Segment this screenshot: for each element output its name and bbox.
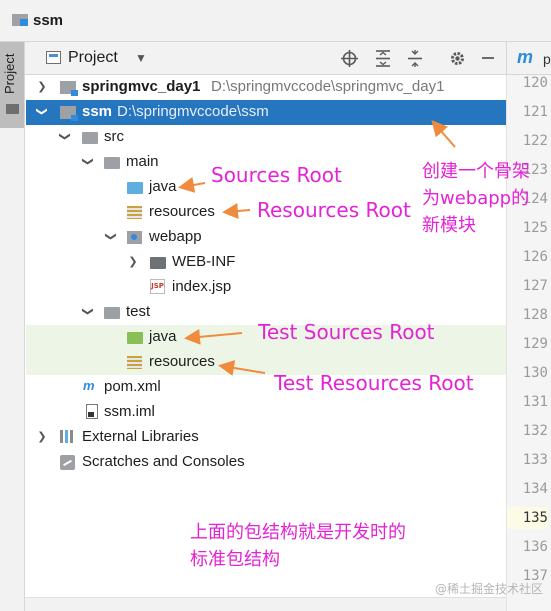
project-tool-tab-label: Project	[2, 53, 17, 94]
project-window-icon	[12, 14, 28, 26]
maven-icon: m	[83, 378, 95, 393]
annotation-skeleton-line2: 为webapp的	[422, 188, 530, 209]
title-bar: ssm	[0, 0, 551, 42]
source-folder-icon	[127, 182, 143, 194]
folder-icon	[6, 104, 19, 114]
project-icon	[46, 51, 61, 64]
line-number: 132	[522, 423, 548, 439]
line-number: 127	[522, 278, 548, 294]
annotation-skeleton-line3: 新模块	[422, 215, 476, 236]
module-path: D:\springmvccode\ssm	[117, 103, 269, 120]
test-resources-folder-icon	[127, 356, 142, 369]
folder-icon	[150, 257, 166, 269]
folder-name: resources	[149, 353, 215, 370]
editor-gutter: 120 121 122 123 124 125 126 127 128 129 130 131 132 1…	[506, 75, 551, 611]
editor-tab-label: p	[543, 51, 551, 67]
tree-row-iml[interactable]: ssm.iml	[26, 400, 506, 425]
line-number: 130	[522, 365, 548, 381]
annotation-skeleton-line1: 创建一个骨架	[422, 161, 530, 182]
editor-tab-pom[interactable]: m p	[506, 42, 551, 75]
minimize-icon[interactable]	[478, 48, 498, 68]
folder-name: resources	[149, 203, 215, 220]
line-number: 126	[522, 249, 548, 265]
watermark: @稀土掘金技术社区	[434, 582, 543, 596]
gear-icon[interactable]	[447, 48, 467, 68]
tree-row-scratches[interactable]: Scratches and Consoles	[26, 450, 506, 475]
project-tool-tab[interactable]: Project	[0, 42, 24, 128]
file-name: ssm.iml	[104, 403, 155, 420]
module-name: ssm	[82, 103, 113, 120]
maven-icon: m	[517, 47, 534, 67]
tree-row-web-inf[interactable]: ❯ WEB-INF	[26, 250, 506, 275]
folder-name: src	[104, 128, 124, 145]
line-number: 131	[522, 394, 548, 410]
module-icon	[60, 81, 78, 96]
line-number: 133	[522, 452, 548, 468]
jsp-file-icon: JSP	[150, 279, 165, 294]
tree-row-ssm[interactable]: ❯ ssm D:\springmvccode\ssm	[26, 100, 506, 125]
folder-name: test	[126, 303, 151, 320]
annotation-test-resources-root: Test Resources Root	[274, 371, 474, 395]
folder-icon	[104, 307, 120, 319]
iml-file-icon	[86, 404, 98, 419]
project-panel-header: Project ▼	[25, 42, 506, 75]
file-name: index.jsp	[172, 278, 232, 295]
chevron-down-icon[interactable]: ❯	[36, 106, 49, 118]
line-number: 129	[522, 336, 548, 352]
module-name: springmvc_day1	[82, 78, 201, 95]
line-number: 122	[522, 133, 548, 149]
annotation-sources-root: Sources Root	[211, 163, 342, 187]
line-number: 135	[507, 507, 548, 529]
chevron-down-icon[interactable]: ▼	[135, 51, 147, 65]
chevron-right-icon[interactable]: ❯	[36, 80, 48, 93]
folder-icon	[82, 132, 98, 144]
tree-row-src[interactable]: ❯ src	[26, 125, 506, 150]
libraries-icon	[60, 430, 76, 443]
tree-row-springmvc-day1[interactable]: ❯ springmvc_day1 D:\springmvccode\spring…	[26, 75, 506, 100]
chevron-right-icon[interactable]: ❯	[127, 255, 139, 268]
line-number: 120	[522, 75, 548, 91]
chevron-down-icon[interactable]: ❯	[82, 306, 95, 318]
annotation-structure-line2: 标准包结构	[190, 549, 280, 570]
project-view-selector[interactable]: Project	[68, 49, 118, 67]
node-name: Scratches and Consoles	[82, 453, 245, 470]
folder-name: java	[149, 178, 177, 195]
collapse-all-icon[interactable]	[405, 48, 425, 68]
chevron-down-icon[interactable]: ❯	[59, 131, 72, 143]
web-folder-icon	[127, 231, 142, 244]
annotation-resources-root: Resources Root	[257, 198, 411, 222]
annotation-structure-line1: 上面的包结构就是开发时的	[190, 522, 406, 543]
test-source-folder-icon	[127, 332, 143, 344]
node-name: External Libraries	[82, 428, 199, 445]
folder-name: WEB-INF	[172, 253, 236, 270]
module-path: D:\springmvccode\springmvc_day1	[211, 78, 445, 95]
chevron-down-icon[interactable]: ❯	[82, 156, 95, 168]
line-number: 121	[522, 104, 548, 120]
tree-row-index-jsp[interactable]: JSP index.jsp	[26, 275, 506, 300]
expand-all-icon[interactable]	[373, 48, 393, 68]
tool-window-strip: Project	[0, 42, 25, 611]
line-number: 128	[522, 307, 548, 323]
folder-name: main	[126, 153, 159, 170]
chevron-right-icon[interactable]: ❯	[36, 430, 48, 443]
file-name: pom.xml	[104, 378, 161, 395]
chevron-down-icon[interactable]: ❯	[105, 231, 118, 243]
tree-row-external-libraries[interactable]: ❯ External Libraries	[26, 425, 506, 450]
scratches-icon	[60, 455, 75, 470]
module-icon	[60, 106, 78, 121]
folder-name: webapp	[149, 228, 202, 245]
annotation-skeleton-note: 创建一个骨架 为webapp的 新模块	[422, 158, 530, 239]
line-number: 136	[522, 539, 548, 555]
annotation-test-sources-root: Test Sources Root	[258, 320, 435, 344]
horizontal-scrollbar[interactable]	[25, 597, 506, 611]
folder-name: java	[149, 328, 177, 345]
locate-icon[interactable]	[339, 48, 359, 68]
line-number: 134	[522, 481, 548, 497]
window-title: ssm	[33, 12, 64, 29]
folder-icon	[104, 157, 120, 169]
annotation-structure-note: 上面的包结构就是开发时的 标准包结构	[190, 519, 406, 573]
resources-folder-icon	[127, 206, 142, 219]
